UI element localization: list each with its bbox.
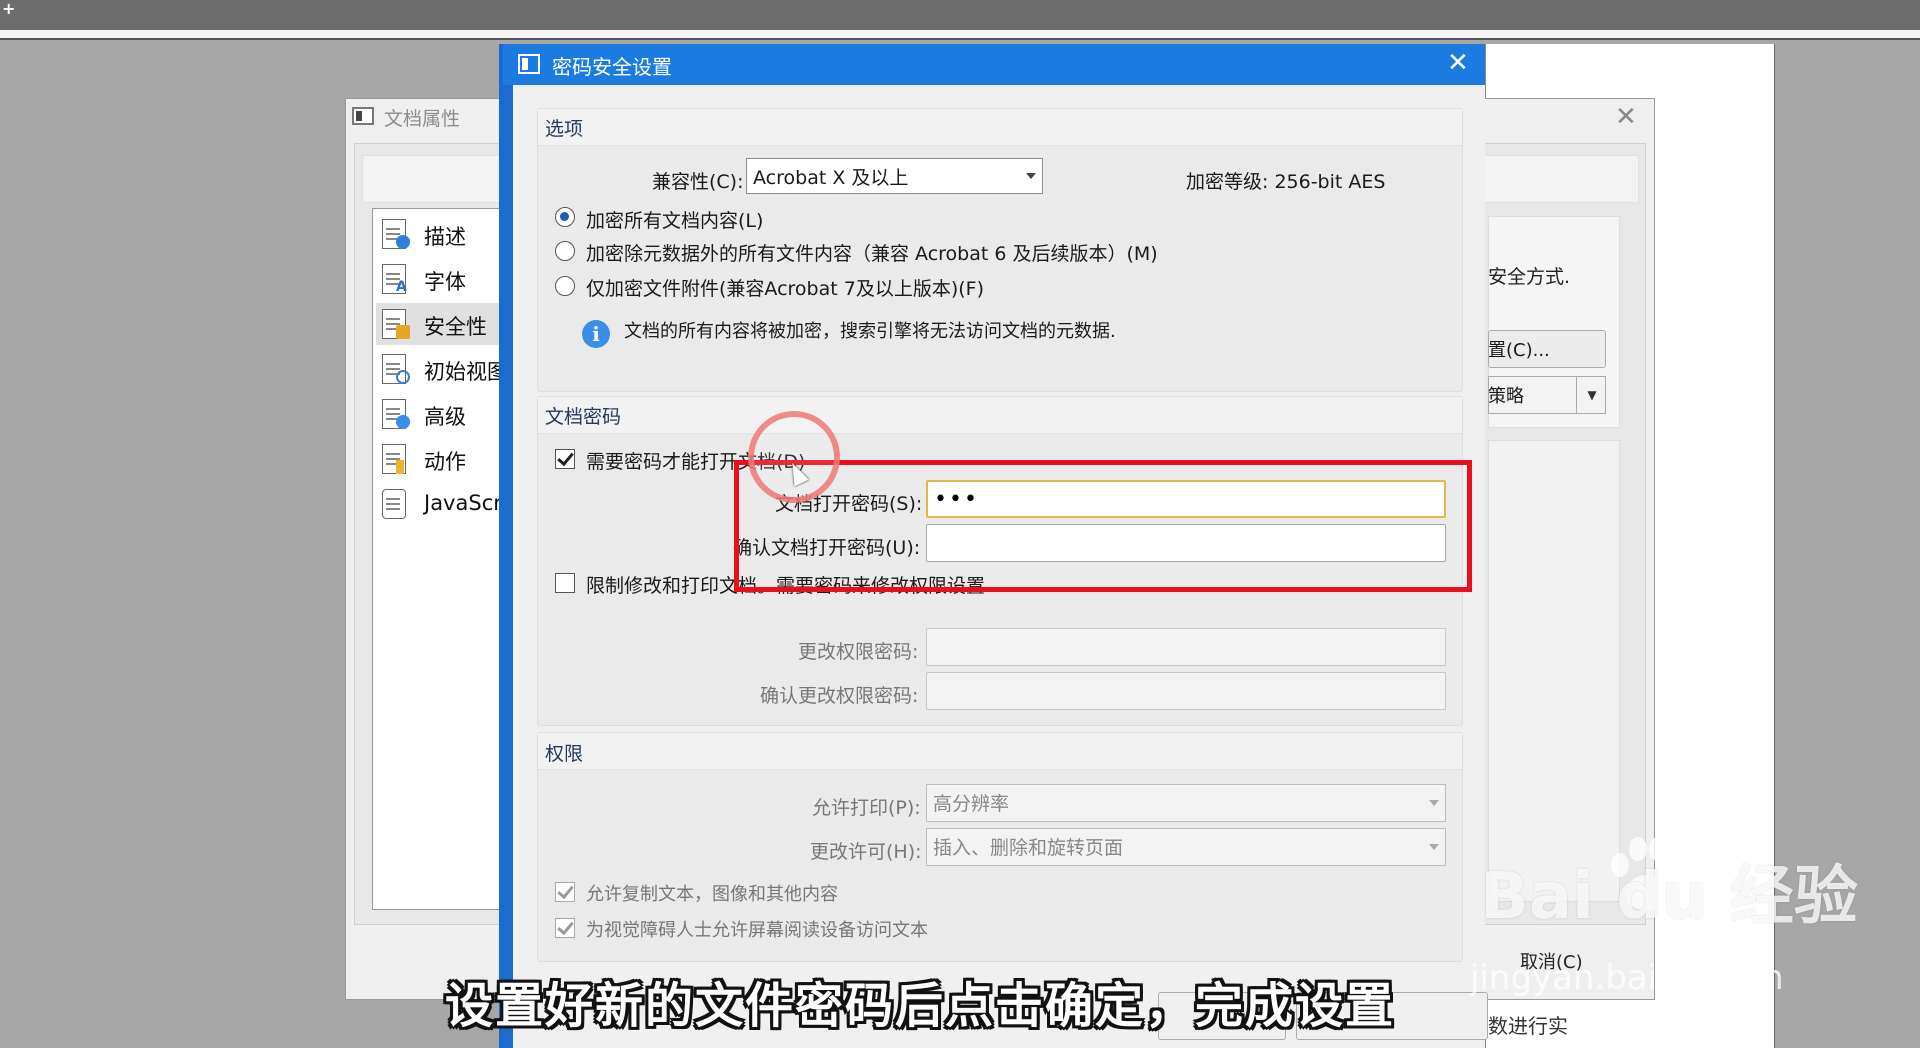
nav-item-label: 字体: [424, 270, 466, 294]
info-icon: i: [582, 320, 610, 348]
document-restrictions-panel: [1488, 440, 1620, 902]
radio-encrypt-except-metadata[interactable]: [555, 241, 575, 261]
watermark-url: jingyan.baidu.com: [1470, 958, 1784, 998]
lightning-badge-icon: [396, 460, 404, 474]
close-icon[interactable]: ✕: [1615, 104, 1637, 130]
window-icon: [518, 54, 540, 74]
group-header: [538, 109, 1462, 146]
group-header: [538, 733, 1462, 770]
close-icon[interactable]: ✕: [1447, 50, 1469, 76]
nav-item-label: 安全性: [424, 315, 487, 339]
options-group-title: 选项: [545, 118, 584, 140]
lock-badge-icon: [396, 325, 410, 339]
allow-printing-value: 高分辨率: [933, 793, 1010, 815]
info-text: 文档的所有内容将被加密，搜索引擎将无法访问文档的元数据.: [624, 321, 1116, 342]
change-permission-label: 更改许可(H):: [810, 841, 922, 863]
chevron-down-icon: [1429, 844, 1439, 850]
require-open-password-checkbox[interactable]: [555, 449, 575, 469]
screen-reader-label[interactable]: 为视觉障碍人士允许屏幕阅读设备访问文本: [586, 916, 928, 942]
watermark-logo: Bai du 经验: [1480, 860, 1858, 934]
properties-window-title: 文档属性: [384, 108, 461, 130]
radio-encrypt-attachments-label[interactable]: 仅加密文件附件(兼容Acrobat 7及以上版本)(F): [586, 274, 984, 301]
radio-encrypt-all-label[interactable]: 加密所有文档内容(L): [586, 206, 763, 233]
properties-bottom-text: 数进行实: [1488, 1014, 1568, 1038]
screen-reader-checkbox[interactable]: [555, 918, 575, 938]
gear-badge-icon: [396, 415, 410, 429]
top-ruler: [0, 30, 1920, 40]
document-password-group-title: 文档密码: [545, 406, 622, 428]
radio-encrypt-attachments[interactable]: [555, 276, 575, 296]
chevron-down-icon[interactable]: ▼: [1576, 376, 1607, 414]
allow-printing-label: 允许打印(P):: [812, 797, 921, 819]
plus-icon[interactable]: +: [2, 1, 16, 17]
dialog-title: 密码安全设置: [552, 55, 672, 79]
nav-item-label: 初始视图: [424, 360, 508, 384]
allow-copy-checkbox[interactable]: [555, 882, 575, 902]
change-permission-select[interactable]: 插入、删除和旋转页面: [926, 828, 1446, 866]
permissions-password-input[interactable]: [926, 628, 1446, 666]
change-permission-value: 插入、删除和旋转页面: [933, 837, 1124, 859]
settings-button-label: 置(C)...: [1488, 340, 1550, 361]
restrict-editing-checkbox[interactable]: [555, 573, 575, 593]
compat-select[interactable]: Acrobat X 及以上: [746, 158, 1043, 194]
font-a-icon: A: [396, 279, 407, 295]
script-icon: [382, 489, 406, 519]
dialog-left-edge: [499, 44, 513, 1048]
highlight-box: [734, 460, 1472, 592]
nav-item-label: 描述: [424, 225, 466, 249]
compat-label: 兼容性(C):: [652, 171, 744, 193]
allow-copy-label[interactable]: 允许复制文本，图像和其他内容: [586, 880, 838, 906]
top-toolbar-strip: [0, 0, 1920, 30]
allow-printing-select[interactable]: 高分辨率: [926, 784, 1446, 822]
compat-select-value: Acrobat X 及以上: [753, 167, 909, 189]
window-icon: [352, 107, 374, 125]
encrypt-level-text: 加密等级: 256-bit AES: [1186, 171, 1386, 193]
permissions-password-label: 更改权限密码:: [798, 641, 919, 663]
radio-encrypt-except-metadata-label[interactable]: 加密除元数据外的所有文件内容（兼容 Acrobat 6 及后续版本）(M): [586, 239, 1158, 266]
nav-item-label: 动作: [424, 450, 466, 474]
click-indicator: [748, 411, 840, 503]
chevron-down-icon: [1429, 800, 1439, 806]
video-caption: 设置好新的文件密码后点击确定，完成设置: [445, 978, 1396, 1034]
info-badge-icon: [396, 235, 410, 249]
magnifier-badge-icon: [396, 370, 410, 384]
confirm-permissions-password-input[interactable]: [926, 672, 1446, 710]
chevron-down-icon: [1026, 173, 1036, 179]
group-header: [538, 397, 1462, 434]
permissions-group-title: 权限: [545, 743, 584, 765]
radio-encrypt-all[interactable]: [555, 207, 575, 227]
nav-item-label: 高级: [424, 405, 466, 429]
security-method-text: 安全方式.: [1488, 266, 1571, 288]
policy-select-value: 策略: [1488, 386, 1524, 407]
confirm-permissions-password-label: 确认更改权限密码:: [760, 685, 919, 707]
